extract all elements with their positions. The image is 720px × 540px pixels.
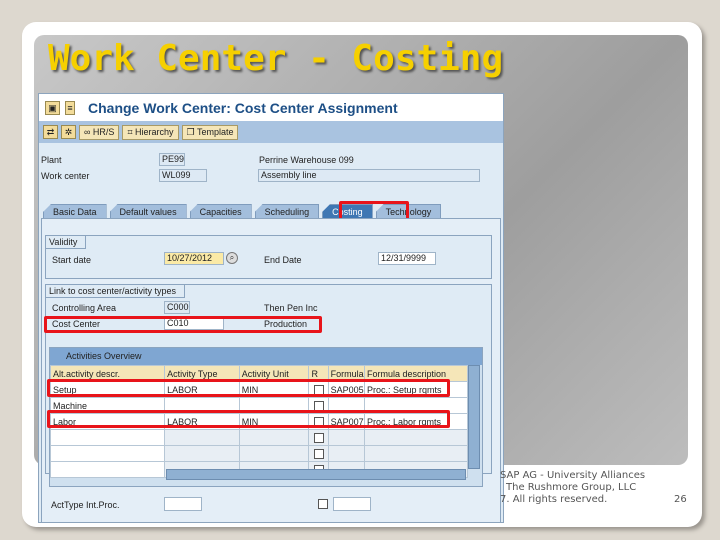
setup-row-highlight (47, 379, 450, 397)
cell-formula-description[interactable] (363, 445, 469, 462)
table-row[interactable] (49, 429, 469, 446)
plant-label: Plant (41, 155, 62, 165)
tab-basic-data[interactable]: Basic Data (43, 204, 107, 219)
footer-line-2: The Rushmore Group, LLC (506, 482, 637, 493)
cell-alt-activity-descr[interactable] (49, 429, 166, 446)
r-checkbox[interactable] (313, 432, 324, 443)
acttype-checkbox[interactable] (318, 499, 328, 509)
menu-small-icon[interactable]: ≡ (65, 100, 75, 115)
template-label: Template (196, 126, 234, 137)
tab-scheduling[interactable]: Scheduling (254, 204, 320, 219)
validity-title: Validity (46, 236, 87, 249)
footer-line-1: SAP AG - University Alliances (500, 470, 646, 481)
screen-title: Change Work Center: Cost Center Assignme… (88, 99, 398, 116)
cost-center-highlight (44, 316, 322, 333)
template-button[interactable]: ❐ Template (181, 124, 239, 140)
work-center-label: Work center (41, 171, 90, 181)
r-checkbox[interactable] (313, 448, 324, 459)
cell-activity-unit[interactable] (238, 445, 310, 462)
start-date-label: Start date (52, 255, 92, 265)
hrs-label: HR/S (92, 126, 115, 137)
controlling-area-field[interactable]: C000 (164, 301, 190, 314)
cell-activity-unit[interactable] (238, 429, 310, 446)
cell-activity-type[interactable] (164, 429, 240, 446)
plant-field[interactable]: PE99 (159, 153, 185, 166)
cell-r[interactable] (308, 429, 329, 446)
display-change-icon[interactable]: ⇄ (43, 125, 58, 139)
controlling-area-description: Then Pen Inc (264, 303, 318, 313)
plant-description: Perrine Warehouse 099 (259, 155, 354, 165)
start-date-field[interactable]: 10/27/2012 (164, 252, 224, 265)
end-date-label: End Date (264, 255, 302, 265)
cell-formula[interactable] (327, 445, 365, 462)
footer-line-3: 7. All rights reserved. (500, 494, 608, 505)
slide-title: Work Center - Costing (48, 38, 504, 79)
cost-center-group-title: Link to cost center/activity types (46, 285, 186, 298)
cell-formula[interactable] (327, 429, 365, 446)
cell-activity-type[interactable] (164, 445, 240, 462)
validity-group: Validity Start date 10/27/2012 ⌕ End Dat… (45, 235, 492, 279)
cell-r[interactable] (308, 445, 329, 462)
end-date-field[interactable]: 12/31/9999 (378, 252, 436, 265)
horizontal-scrollbar[interactable] (166, 469, 466, 480)
app-toolbar: ⇄ ✲ ∞ HR/S ⌗ Hierarchy ❐ Template (39, 121, 503, 143)
footer: SAP AG - University Alliances The Rushmo… (500, 470, 645, 506)
tab-default-values[interactable]: Default values (109, 204, 187, 219)
labor-row-highlight (47, 410, 450, 428)
cell-alt-activity-descr[interactable] (49, 461, 166, 478)
hierarchy-button[interactable]: ⌗ Hierarchy (122, 124, 179, 140)
controlling-area-label: Controlling Area (52, 303, 117, 313)
menu-icon[interactable]: ▣ (45, 100, 60, 115)
activities-title: Activities Overview (50, 348, 482, 365)
vertical-scrollbar[interactable] (468, 365, 480, 469)
work-center-description[interactable]: Assembly line (258, 169, 480, 182)
page-number: 26 (674, 494, 687, 505)
acttype-int-proc-field[interactable] (164, 497, 202, 511)
hierarchy-label: Hierarchy (135, 126, 174, 137)
acttype-second-field[interactable] (333, 497, 371, 511)
other-object-icon[interactable]: ✲ (61, 125, 76, 139)
table-row[interactable] (49, 445, 469, 462)
window-header: ▣ ≡ Change Work Center: Cost Center Assi… (39, 94, 503, 121)
work-center-field[interactable]: WL099 (159, 169, 207, 182)
cell-alt-activity-descr[interactable] (49, 445, 166, 462)
tab-capacities[interactable]: Capacities (189, 204, 252, 219)
hrs-button[interactable]: ∞ HR/S (79, 124, 120, 140)
acttype-int-proc-label: ActType Int.Proc. (51, 500, 120, 510)
sap-window: ▣ ≡ Change Work Center: Cost Center Assi… (38, 93, 504, 523)
calendar-help-icon[interactable]: ⌕ (226, 252, 238, 264)
cell-formula-description[interactable] (363, 429, 469, 446)
